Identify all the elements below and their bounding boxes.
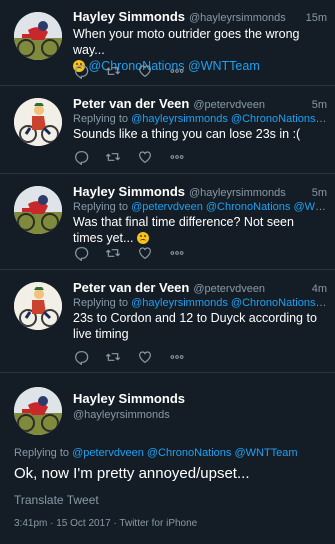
author-name[interactable]: Hayley Simmonds <box>73 391 327 406</box>
replying-label: Replying to <box>14 447 70 459</box>
avatar[interactable] <box>14 12 62 60</box>
more-icon[interactable] <box>169 244 201 262</box>
replying-to: Replying to @petervdveen @ChronoNations … <box>73 201 327 213</box>
reply-icon[interactable] <box>73 148 105 166</box>
retweet-icon[interactable] <box>105 244 137 262</box>
more-icon[interactable] <box>169 148 201 166</box>
reply-icon[interactable] <box>73 62 105 80</box>
replying-label: Replying to <box>73 201 129 213</box>
tweet[interactable]: Hayley Simmonds @hayleyrsimmonds 15m Whe… <box>0 0 335 86</box>
tweet-text: Was that final time difference? Not seen… <box>73 214 327 246</box>
tweet-time[interactable]: 5m <box>308 187 327 199</box>
like-icon[interactable] <box>137 148 169 166</box>
like-icon[interactable] <box>137 244 169 262</box>
tweet-time[interactable]: 15m <box>302 12 327 24</box>
tweet-time[interactable]: 5m <box>308 99 327 111</box>
tweet[interactable]: Hayley Simmonds @hayleyrsimmonds 5m Repl… <box>0 174 335 270</box>
tweet-text: Sounds like a thing you can lose 23s in … <box>73 127 301 141</box>
avatar[interactable] <box>14 282 62 330</box>
replying-to: Replying to @hayleyrsimmonds @ChronoNati… <box>73 297 327 309</box>
like-icon[interactable] <box>137 348 169 366</box>
emoji-face-icon <box>136 232 149 244</box>
author-handle[interactable]: @petervdveen <box>193 283 265 295</box>
replying-label: Replying to <box>73 297 129 309</box>
tweet[interactable]: Peter van der Veen @petervdveen 4m Reply… <box>0 270 335 373</box>
reply-icon[interactable] <box>73 244 105 262</box>
author-name[interactable]: Hayley Simmonds <box>73 184 185 199</box>
author-handle[interactable]: @hayleyrsimmonds <box>189 12 286 24</box>
tweet-text-line: When your moto outrider goes the wrong w… <box>73 27 300 57</box>
avatar[interactable] <box>14 98 62 146</box>
retweet-icon[interactable] <box>105 348 137 366</box>
replying-links[interactable]: @petervdveen @ChronoNations @WNTT... <box>131 201 327 213</box>
tweet-time[interactable]: 4m <box>308 283 327 295</box>
author-name[interactable]: Hayley Simmonds <box>73 9 185 24</box>
retweet-icon[interactable] <box>105 148 137 166</box>
tweet-text: 23s to Cordon and 12 to Duyck according … <box>73 311 317 341</box>
author-handle[interactable]: @petervdveen <box>193 99 265 111</box>
author-name[interactable]: Peter van der Veen <box>73 96 189 111</box>
translate-tweet-link[interactable]: Translate Tweet <box>14 493 99 507</box>
replying-label: Replying to <box>73 113 129 125</box>
more-icon[interactable] <box>169 62 201 80</box>
author-name[interactable]: Peter van der Veen <box>73 280 189 295</box>
replying-to: Replying to @hayleyrsimmonds @ChronoNati… <box>73 113 327 125</box>
tweet-meta: 3:41pm · 15 Oct 2017 · Twitter for iPhon… <box>14 518 198 529</box>
avatar[interactable] <box>14 186 62 234</box>
like-icon[interactable] <box>137 62 169 80</box>
replying-links[interactable]: @petervdveen @ChronoNations @WNTTeam <box>72 447 297 459</box>
tweet-text-line: Was that final time difference? Not seen… <box>73 215 294 245</box>
replying-links[interactable]: @hayleyrsimmonds @ChronoNations @... <box>131 113 327 125</box>
author-handle[interactable]: @hayleyrsimmonds <box>189 187 286 199</box>
tweet-text: Ok, now I'm pretty annoyed/upset... <box>14 465 250 482</box>
reply-icon[interactable] <box>73 348 105 366</box>
retweet-icon[interactable] <box>105 62 137 80</box>
tweet[interactable]: Peter van der Veen @petervdveen 5m Reply… <box>0 86 335 174</box>
avatar[interactable] <box>14 387 62 435</box>
replying-links[interactable]: @hayleyrsimmonds @ChronoNations @WNT... <box>131 297 327 309</box>
replying-to: Replying to @petervdveen @ChronoNations … <box>14 447 298 459</box>
more-icon[interactable] <box>169 348 201 366</box>
author-handle[interactable]: @hayleyrsimmonds <box>73 409 327 421</box>
focused-tweet: Hayley Simmonds @hayleyrsimmonds Replyin… <box>0 373 335 543</box>
